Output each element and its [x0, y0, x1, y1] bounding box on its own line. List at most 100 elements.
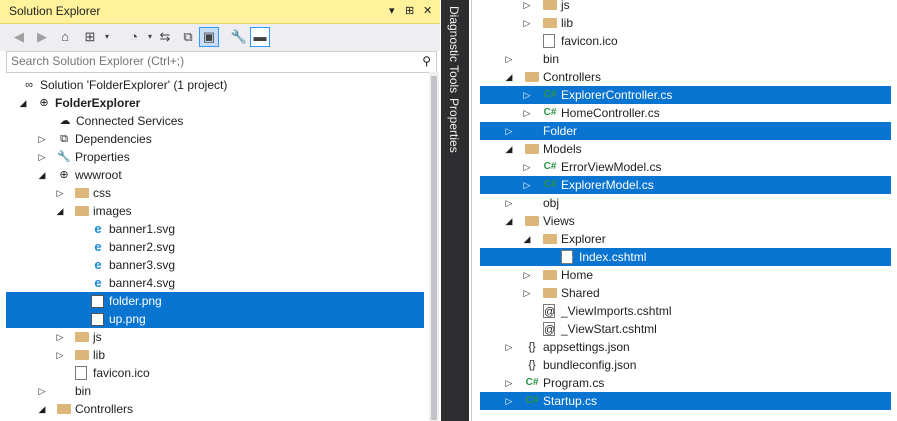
- tree-item[interactable]: favicon.ico: [0, 364, 428, 382]
- tree-item[interactable]: e banner4.svg: [0, 274, 428, 292]
- tree-item[interactable]: ▷ obj: [471, 194, 897, 212]
- back-icon[interactable]: ◀: [9, 27, 29, 47]
- collapse-all-icon[interactable]: ⧉: [178, 27, 198, 47]
- tree-item[interactable]: @ _ViewImports.cshtml: [471, 302, 897, 320]
- tree-item[interactable]: ◢ Models: [471, 140, 897, 158]
- collapsed-arrow-icon[interactable]: ▷: [504, 374, 514, 392]
- tree-item[interactable]: e banner2.svg: [0, 238, 428, 256]
- tree-item-label: Explorer: [561, 232, 606, 246]
- collapsed-arrow-icon[interactable]: ▷: [504, 194, 514, 212]
- tree-item[interactable]: ◢ ⊕ FolderExplorer: [0, 94, 428, 112]
- collapsed-arrow-icon[interactable]: ▷: [37, 130, 47, 148]
- show-all-files-icon[interactable]: ▣: [199, 27, 219, 47]
- tree-item[interactable]: ▷ C# ErrorViewModel.cs: [471, 158, 897, 176]
- expanded-arrow-icon[interactable]: ◢: [504, 212, 514, 230]
- collapsed-arrow-icon[interactable]: ▷: [522, 86, 532, 104]
- tree-item[interactable]: ☁ Connected Services: [0, 112, 428, 130]
- sync-icon[interactable]: ⇆: [155, 27, 175, 47]
- tree-item[interactable]: ▷ lib: [0, 346, 428, 364]
- tab-diagnostic-tools[interactable]: Diagnostic Tools: [447, 6, 461, 93]
- expanded-arrow-icon[interactable]: ◢: [504, 68, 514, 86]
- tree-item[interactable]: ◢ Controllers: [471, 68, 897, 86]
- collapsed-arrow-icon[interactable]: ▷: [522, 158, 532, 176]
- tree-item-label: banner4.svg: [109, 276, 176, 290]
- close-panel-icon[interactable]: ✕: [423, 4, 432, 17]
- collapsed-arrow-icon[interactable]: ▷: [504, 50, 514, 68]
- tree-item[interactable]: ◢ ⊕ wwwroot: [0, 166, 428, 184]
- tree-item[interactable]: ▷ C# Program.cs: [471, 374, 897, 392]
- expanded-arrow-icon[interactable]: ◢: [504, 140, 514, 158]
- collapsed-arrow-icon[interactable]: ▷: [504, 392, 514, 410]
- tree-item[interactable]: ▷ Home: [471, 266, 897, 284]
- collapsed-arrow-icon[interactable]: ▷: [522, 0, 532, 14]
- tree-item[interactable]: @ Index.cshtml: [480, 248, 891, 266]
- folder-open-icon: [525, 144, 539, 154]
- collapsed-arrow-icon[interactable]: ▷: [522, 284, 532, 302]
- window-position-dropdown-icon[interactable]: ▾: [389, 4, 395, 17]
- tree-item[interactable]: up.png: [6, 310, 424, 328]
- tree-item[interactable]: ▷ Folder: [480, 122, 891, 140]
- tree-item[interactable]: @ _ViewStart.cshtml: [471, 320, 897, 338]
- tree-item-label: Properties: [75, 150, 130, 164]
- tree-item[interactable]: ∞ Solution 'FolderExplorer' (1 project): [0, 76, 428, 94]
- auto-hide-pin-icon[interactable]: ⊞: [405, 4, 414, 17]
- tree-item[interactable]: ▷ 🔧 Properties: [0, 148, 428, 166]
- search-input[interactable]: [7, 52, 405, 70]
- hidden-folder-icon: [525, 196, 539, 210]
- properties-icon[interactable]: 🔧: [229, 27, 249, 47]
- tree-item[interactable]: ▷ C# HomeController.cs: [471, 104, 897, 122]
- tree-item[interactable]: ▷ Shared: [471, 284, 897, 302]
- expanded-arrow-icon[interactable]: ◢: [522, 230, 532, 248]
- collapsed-arrow-icon[interactable]: ▷: [522, 104, 532, 122]
- home-icon[interactable]: ⌂: [55, 27, 75, 47]
- forward-icon[interactable]: ▶: [32, 27, 52, 47]
- tree-item[interactable]: ◢ Controllers: [0, 400, 428, 418]
- tree-item[interactable]: ▷ C# ExplorerController.cs: [480, 86, 891, 104]
- tree-item[interactable]: ▷ js: [0, 328, 428, 346]
- tab-properties[interactable]: Properties: [447, 98, 461, 153]
- tree-item-label: folder.png: [109, 294, 162, 308]
- tree-item[interactable]: ▷ lib: [471, 14, 897, 32]
- tree-item[interactable]: ▷ C# ExplorerModel.cs: [480, 176, 891, 194]
- tree-item[interactable]: favicon.ico: [471, 32, 897, 50]
- collapsed-arrow-icon[interactable]: ▷: [55, 184, 65, 202]
- tree-item[interactable]: ◢ Views: [471, 212, 897, 230]
- tree-item[interactable]: ▷ css: [0, 184, 428, 202]
- search-box[interactable]: ⚲: [6, 51, 437, 73]
- tree-item[interactable]: ▷ ⧉ Dependencies: [0, 130, 428, 148]
- preview-icon[interactable]: ▬: [250, 27, 270, 47]
- tree-item-label: banner2.svg: [109, 240, 176, 254]
- expanded-arrow-icon[interactable]: ◢: [37, 166, 47, 184]
- collapsed-arrow-icon[interactable]: ▷: [37, 148, 47, 166]
- search-icon[interactable]: ⚲: [422, 54, 431, 68]
- tree-item[interactable]: ▷ {} appsettings.json: [471, 338, 897, 356]
- tree-item[interactable]: ▷ js: [471, 0, 897, 14]
- tree-item[interactable]: folder.png: [6, 292, 424, 310]
- tree-item[interactable]: ◢ images: [0, 202, 428, 220]
- collapsed-arrow-icon[interactable]: ▷: [55, 328, 65, 346]
- switch-views-dropdown-icon[interactable]: ▾: [97, 27, 117, 47]
- expanded-arrow-icon[interactable]: ◢: [18, 94, 28, 112]
- collapsed-arrow-icon[interactable]: ▷: [522, 266, 532, 284]
- tree-item[interactable]: ▷ C# Startup.cs: [480, 392, 891, 410]
- tree-item[interactable]: ▷ bin: [0, 382, 428, 400]
- tree-item[interactable]: e banner3.svg: [0, 256, 428, 274]
- solution-explorer-titlebar[interactable]: Solution Explorer ▾ ⊞ ✕: [0, 0, 440, 24]
- folder-icon: [543, 270, 557, 280]
- collapsed-arrow-icon[interactable]: ▷: [504, 338, 514, 356]
- collapsed-arrow-icon[interactable]: ▷: [504, 122, 514, 140]
- expanded-arrow-icon[interactable]: ◢: [37, 400, 47, 418]
- tree-item[interactable]: ▷ bin: [471, 50, 897, 68]
- scrollbar-thumb[interactable]: [431, 76, 437, 420]
- vertical-scrollbar[interactable]: [429, 72, 439, 421]
- tree-item[interactable]: {} bundleconfig.json: [471, 356, 897, 374]
- tree-item[interactable]: e banner1.svg: [0, 220, 428, 238]
- collapsed-arrow-icon[interactable]: ▷: [37, 382, 47, 400]
- tree-item-label: banner1.svg: [109, 222, 176, 236]
- collapsed-arrow-icon[interactable]: ▷: [522, 14, 532, 32]
- tree-item[interactable]: ◢ Explorer: [471, 230, 897, 248]
- collapsed-arrow-icon[interactable]: ▷: [55, 346, 65, 364]
- tree-item-label: css: [93, 186, 111, 200]
- expanded-arrow-icon[interactable]: ◢: [55, 202, 65, 220]
- collapsed-arrow-icon[interactable]: ▷: [522, 176, 532, 194]
